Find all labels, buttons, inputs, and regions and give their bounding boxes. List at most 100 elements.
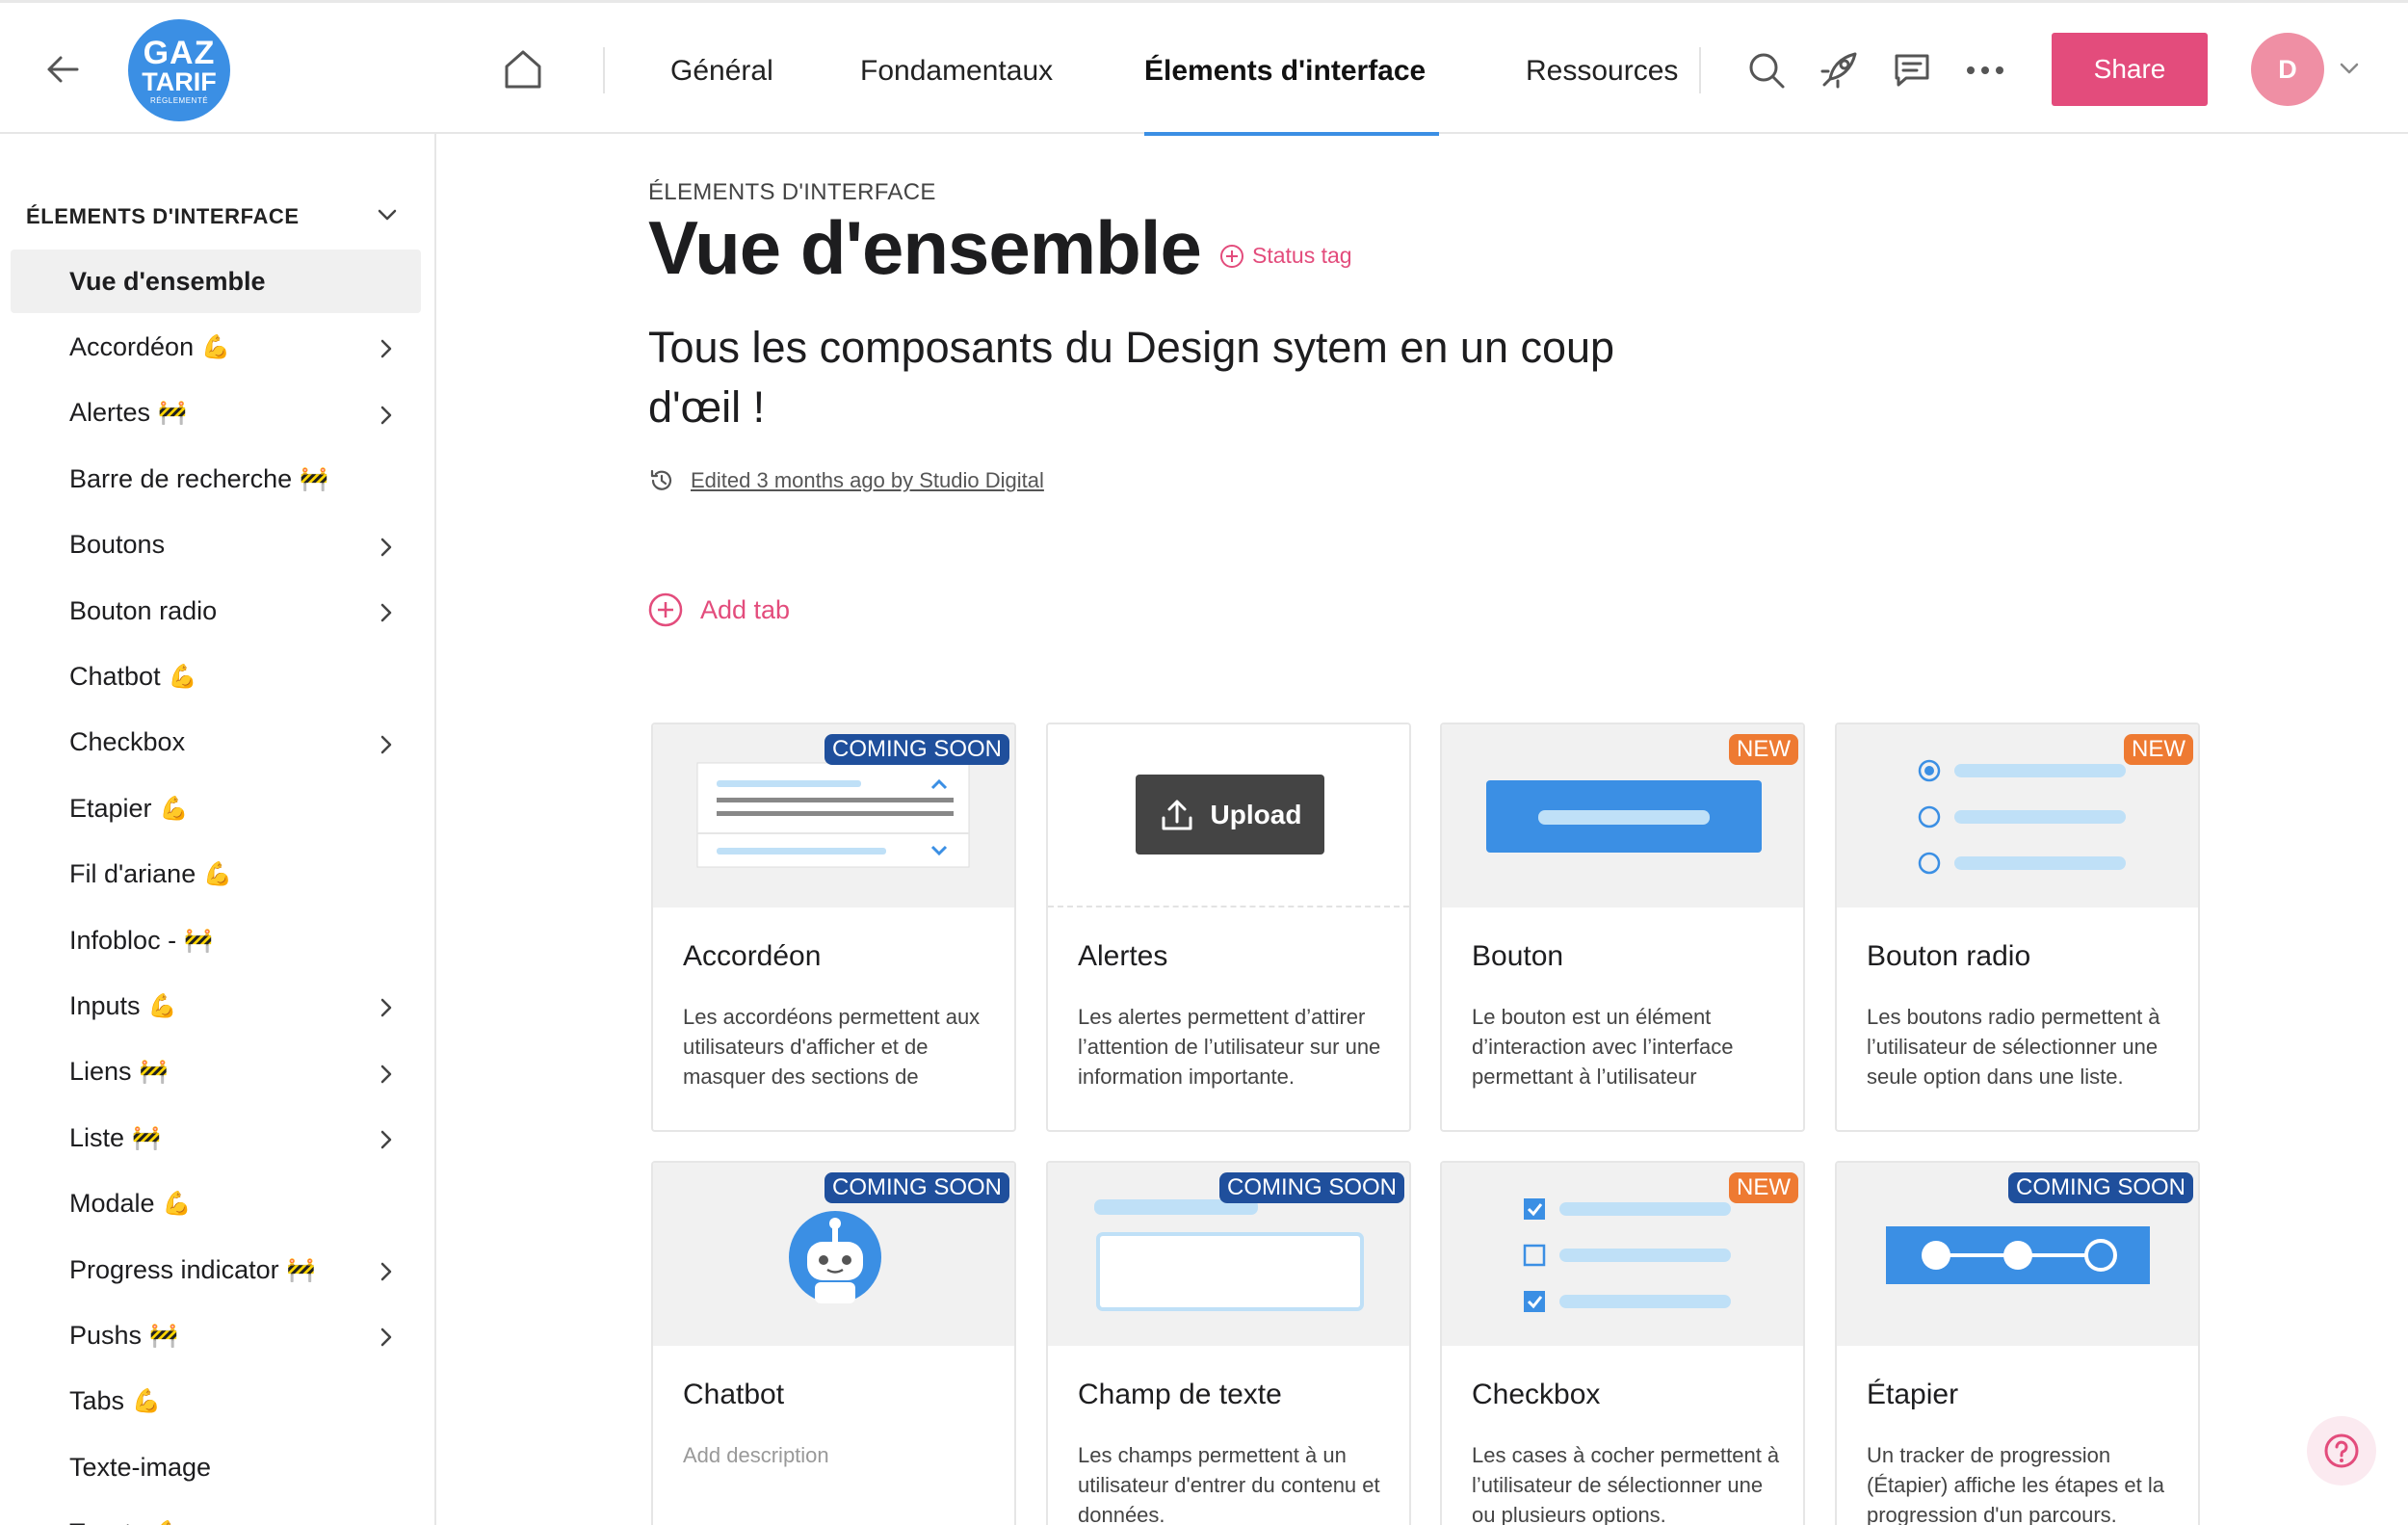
sidebar-item-label: Inputs	[69, 990, 141, 1020]
sidebar-item[interactable]: Alertes 🚧	[11, 381, 421, 445]
upload-label: Upload	[1210, 799, 1302, 829]
chevron-right-icon[interactable]	[377, 1259, 396, 1289]
card-description: Les alertes permettent d’attirer l’atten…	[1078, 1005, 1381, 1089]
component-card[interactable]: COMING SOON Étapier Un tracker de progress…	[1835, 1161, 2200, 1525]
chevron-right-icon[interactable]	[377, 1325, 396, 1354]
page-eyebrow: ÉLEMENTS D'INTERFACE	[648, 179, 936, 205]
sidebar-item-label: Alertes	[69, 398, 151, 428]
card-title: Bouton radio	[1867, 940, 2031, 972]
card-description: Les accordéons permettent aux utilisateu…	[683, 1005, 981, 1089]
edited-info[interactable]: Edited 3 months ago by Studio Digital	[648, 467, 1044, 494]
help-button[interactable]	[2307, 1416, 2376, 1486]
sidebar-item[interactable]: Progress indicator 🚧	[11, 1238, 421, 1302]
brand-logo[interactable]: GAZ TARIF RÉGLEMENTÉ	[128, 19, 230, 121]
comment-icon[interactable]	[1891, 49, 1933, 92]
chevron-right-icon[interactable]	[377, 732, 396, 762]
tab-general[interactable]: Général	[670, 55, 773, 88]
card-description: Les boutons radio permettent à l’utilisa…	[1867, 1005, 2160, 1089]
component-card[interactable]: Upload Alertes Les alertes permettent d’at…	[1046, 723, 1411, 1132]
chevron-right-icon[interactable]	[377, 403, 396, 433]
card-title: Accordéon	[683, 940, 822, 972]
nav-divider	[1699, 47, 1701, 93]
rocket-icon[interactable]	[1818, 49, 1860, 92]
card-badge: COMING SOON	[824, 1172, 1009, 1203]
status-tag-button[interactable]: Status tag	[1219, 243, 1352, 269]
logo-line2: TARIF	[142, 66, 217, 96]
sidebar-item[interactable]: Toasts 💪	[11, 1502, 421, 1525]
sidebar-item[interactable]: Inputs 💪	[11, 974, 421, 1038]
sidebar-item-label: Fil d'ariane	[69, 859, 196, 889]
sidebar-heading[interactable]: ÉLEMENTS D'INTERFACE	[26, 204, 300, 229]
sidebar-item[interactable]: Liste 🚧	[11, 1106, 421, 1170]
chevron-down-icon[interactable]	[2338, 57, 2361, 85]
upload-button-illustration: Upload	[1136, 775, 1324, 855]
component-card[interactable]: NEW Bouton radio Les boutons radio permett…	[1835, 723, 2200, 1132]
status-emoji-icon: 💪	[152, 1519, 181, 1525]
sidebar-item-label: Modale	[69, 1189, 155, 1219]
card-title: Étapier	[1867, 1379, 1959, 1410]
sidebar-item[interactable]: Boutons	[11, 513, 421, 577]
sidebar-item[interactable]: Texte-image	[11, 1435, 421, 1499]
status-emoji-icon: 💪	[201, 333, 230, 360]
sidebar-item[interactable]: Checkbox	[11, 711, 421, 775]
sidebar-item[interactable]: Bouton radio	[11, 579, 421, 643]
sidebar-item[interactable]: Barre de recherche 🚧	[11, 447, 421, 511]
sidebar-item[interactable]: Accordéon 💪	[11, 315, 421, 379]
sidebar-item-label: Barre de recherche	[69, 463, 293, 493]
search-icon[interactable]	[1745, 49, 1788, 92]
sidebar-item-label: Boutons	[69, 530, 166, 560]
tab-ressources[interactable]: Ressources	[1526, 55, 1678, 88]
status-emoji-icon: 🚧	[149, 1322, 178, 1349]
sidebar-item[interactable]: Fil d'ariane 💪	[11, 843, 421, 907]
sidebar-item[interactable]: Chatbot 💪	[11, 644, 421, 708]
sidebar-item[interactable]: Liens 🚧	[11, 1040, 421, 1104]
card-badge: COMING SOON	[2007, 1172, 2193, 1203]
component-card[interactable]: COMING SOON Accordéon Les accordéons perme…	[651, 723, 1016, 1132]
sidebar-item-label: Toasts	[69, 1518, 144, 1525]
sidebar-item[interactable]: Etapier 💪	[11, 776, 421, 840]
back-arrow-icon[interactable]	[40, 47, 85, 92]
sidebar-item[interactable]: Vue d'ensemble	[11, 250, 421, 313]
sidebar-item-label: Texte-image	[69, 1452, 212, 1482]
component-card[interactable]: COMING SOON Champ de texte Les champs perm…	[1046, 1161, 1411, 1525]
share-button[interactable]: Share	[2052, 33, 2208, 106]
add-tab-label: Add tab	[700, 594, 791, 624]
avatar[interactable]: D	[2251, 33, 2324, 106]
status-emoji-icon: 🚧	[286, 1256, 316, 1283]
card-description: Add description	[683, 1443, 829, 1467]
home-icon[interactable]	[499, 45, 547, 98]
sidebar-item-label: Infobloc -	[69, 925, 177, 955]
status-emoji-icon: 💪	[168, 663, 197, 690]
chevron-right-icon[interactable]	[377, 1127, 396, 1157]
chevron-right-icon[interactable]	[377, 600, 396, 630]
tab-elements-interface[interactable]: Élements d'interface	[1144, 55, 1426, 88]
page-title: Vue d'ensemble	[648, 205, 1202, 290]
chevron-right-icon[interactable]	[377, 336, 396, 366]
card-badge: NEW	[1729, 1172, 1798, 1203]
sidebar-item-label: Chatbot	[69, 661, 161, 691]
sidebar-item-label: Progress indicator	[69, 1254, 279, 1284]
page-subtitle: Tous les composants du Design sytem en u…	[648, 323, 1615, 432]
component-card[interactable]: NEW Checkbox Les cases à cocher permettent…	[1440, 1161, 1805, 1525]
add-tab-button[interactable]: Add tab	[648, 592, 790, 627]
history-icon	[650, 469, 672, 490]
chevron-right-icon[interactable]	[377, 1062, 396, 1091]
sidebar-item[interactable]: Modale 💪	[11, 1172, 421, 1236]
component-card[interactable]: NEW Bouton Le bouton est un élément d’inte…	[1440, 723, 1805, 1132]
chevron-down-icon[interactable]	[376, 203, 399, 231]
card-title: Champ de texte	[1078, 1379, 1282, 1410]
card-description: Les cases à cocher permettent à l’utilis…	[1472, 1443, 1780, 1525]
card-title: Checkbox	[1472, 1379, 1601, 1410]
card-thumbnail: Upload	[1048, 724, 1409, 907]
component-card[interactable]: COMING SOON Chatbot Add description	[651, 1161, 1016, 1525]
sidebar-item[interactable]: Tabs 💪	[11, 1370, 421, 1433]
sidebar-item-label: Tabs	[69, 1386, 125, 1416]
sidebar-item[interactable]: Pushs 🚧	[11, 1303, 421, 1367]
status-emoji-icon: 💪	[132, 1388, 161, 1415]
more-options-icon[interactable]	[1964, 49, 2006, 92]
tab-fondamentaux[interactable]: Fondamentaux	[860, 55, 1053, 88]
chevron-right-icon[interactable]	[377, 995, 396, 1025]
sidebar-item[interactable]: Infobloc - 🚧	[11, 908, 421, 972]
top-bar: GAZ TARIF RÉGLEMENTÉ Général Fondamentau…	[0, 0, 2408, 136]
chevron-right-icon[interactable]	[377, 535, 396, 565]
